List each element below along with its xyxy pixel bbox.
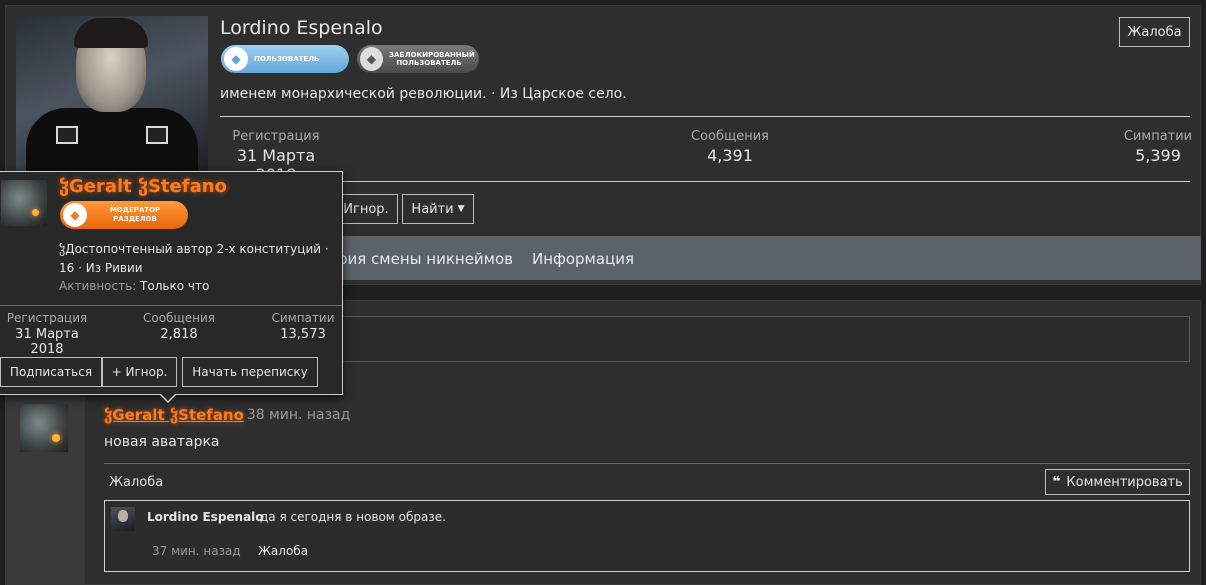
status-update-input[interactable] [335,316,1190,362]
tooltip-activity: Активность: Только что [59,279,210,293]
tooltip-username[interactable]: ჴGeralt ჴStefano [59,176,227,197]
tooltip-user-title: ჴДостопочтенный автор 2-х конституций · … [59,242,329,275]
post-report-link[interactable]: Жалоба [109,475,163,490]
badge-user: ◆ ПОЛЬЗОВАТЕЛЬ [221,45,349,73]
quote-icon: ❝ [1052,474,1061,490]
tab-information[interactable]: Информация [532,250,634,268]
profile-avatar[interactable] [16,16,208,176]
tab-nickname-history[interactable]: рия смены никнеймов [338,250,513,268]
comment-author[interactable]: Lordino Espenalo [147,510,264,524]
tooltip-stat-messages[interactable]: Сообщения 2,818 [134,311,224,342]
ignore-button[interactable]: + Игнор. [102,357,177,387]
comment-button[interactable]: ❝ Комментировать [1045,469,1190,495]
profile-badges: ◆ ПОЛЬЗОВАТЕЛЬ ◆ ЗАБЛОКИРОВАННЫЙ ПОЛЬЗОВ… [221,45,479,73]
divider [220,116,1190,117]
divider [220,181,1190,182]
member-tooltip-card: ჴGeralt ჴStefano ◆ МОДЕРАТОР РАЗДЕЛОВ ჴД… [0,171,343,403]
stat-likes[interactable]: Симпатии 5,399 [1122,129,1194,165]
badge-blocked: ◆ ЗАБЛОКИРОВАННЫЙ ПОЛЬЗОВАТЕЛЬ [357,45,479,73]
post-text: новая аватарка [104,434,220,450]
tooltip-arrow [159,393,177,403]
comment-text: да я сегодня в новом образе. [260,510,446,524]
post-avatar[interactable] [20,404,68,452]
ignore-button[interactable]: Игнор. [334,194,398,224]
find-button[interactable]: Найти ▼ [402,194,474,224]
subscribe-button[interactable]: Подписаться [0,357,102,387]
profile-user-title: именем монархической революции. · Из Цар… [220,86,627,102]
comment-report-link[interactable]: Жалоба [258,544,308,558]
caret-down-icon: ▼ [457,204,465,214]
tooltip-avatar[interactable] [1,180,47,226]
diamond-icon: ◆ [224,47,248,71]
diamond-icon: ◆ [63,203,87,227]
post-author[interactable]: ჴGeralt ჴStefano [104,406,244,424]
divider [104,463,1190,464]
divider [0,305,342,306]
comment-time[interactable]: 37 мин. назад [152,544,241,558]
comment-avatar[interactable] [111,507,135,531]
tooltip-stat-registration: Регистрация 31 Марта 2018 [6,311,88,357]
badge-moderator: ◆ МОДЕРАТОР РАЗДЕЛОВ [60,201,188,229]
diamond-icon: ◆ [360,47,383,71]
post-time[interactable]: · 38 мин. назад [238,407,350,423]
tooltip-stat-likes[interactable]: Симпатии 13,573 [265,311,341,342]
report-button[interactable]: Жалоба [1119,17,1190,47]
start-conversation-button[interactable]: Начать переписку [182,357,318,387]
stat-messages[interactable]: Сообщения 4,391 [680,129,780,165]
profile-name: Lordino Espenalo [220,17,383,39]
